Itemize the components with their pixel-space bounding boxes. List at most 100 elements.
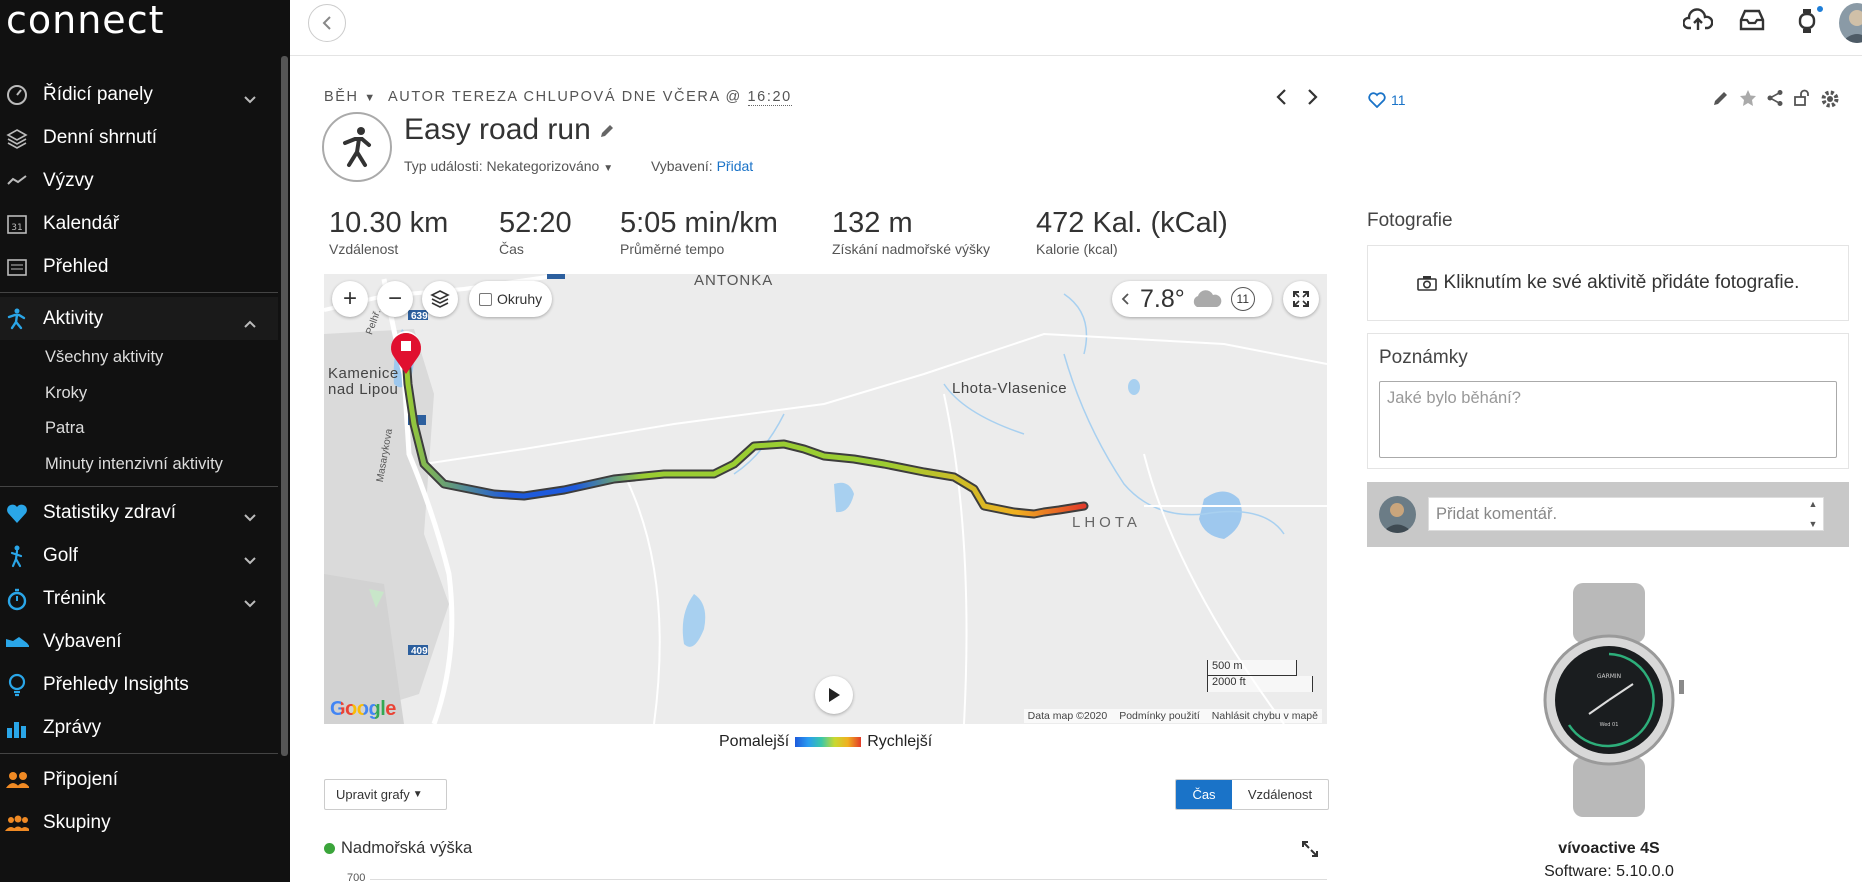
road-number-label: 409: [411, 646, 428, 657]
toggle-time[interactable]: Čas: [1176, 780, 1232, 809]
add-gear-link[interactable]: Přidat: [717, 158, 754, 174]
route-end-marker-icon: [401, 341, 411, 351]
notes-panel: Poznámky Jaké bylo běhání?: [1367, 333, 1849, 469]
zoom-out-button[interactable]: −: [377, 281, 413, 317]
chevron-down-icon[interactable]: [244, 549, 256, 571]
previous-activity-icon[interactable]: [1275, 88, 1289, 111]
shoe-icon: [5, 630, 29, 654]
caret-down-icon[interactable]: ▼: [364, 92, 377, 104]
add-photos-area[interactable]: Kliknutím ke své aktivitě přidáte fotogr…: [1367, 245, 1849, 321]
commenter-avatar: [1379, 496, 1416, 533]
caret-up-icon[interactable]: ▲: [1809, 499, 1818, 509]
laps-checkbox[interactable]: [479, 292, 492, 306]
stat-label: Získání nadmořské výšky: [832, 241, 990, 257]
sidebar-item-calendar[interactable]: 31 Kalendář: [0, 202, 278, 245]
sidebar-item-activities[interactable]: Aktivity: [0, 297, 278, 340]
activity-type[interactable]: BĚH: [324, 89, 359, 105]
back-button[interactable]: [308, 4, 346, 42]
watch-icon[interactable]: [1797, 8, 1817, 34]
caret-down-icon[interactable]: ▼: [1809, 519, 1818, 529]
sidebar-item-golf[interactable]: Golf: [0, 534, 278, 577]
map-terms-link[interactable]: Podmínky použití: [1119, 710, 1200, 722]
sidebar-item-label: Výzvy: [43, 169, 94, 191]
notes-textarea[interactable]: Jaké bylo běhání?: [1379, 381, 1837, 458]
chevron-down-icon[interactable]: [244, 506, 256, 528]
map-report-link[interactable]: Nahlásit chybu v mapě: [1212, 710, 1318, 722]
activity-time[interactable]: 16:20: [747, 89, 792, 106]
device-image: GARMIN Wed 01: [1543, 583, 1684, 817]
edit-icon[interactable]: [1712, 89, 1730, 114]
sidebar-divider: [0, 753, 278, 754]
expand-icon: [1293, 291, 1309, 307]
comment-input[interactable]: Přidat komentář.: [1428, 497, 1824, 531]
sidebar-item-health-stats[interactable]: Statistiky zdraví: [0, 491, 278, 534]
sidebar-item-overview[interactable]: Přehled: [0, 245, 278, 288]
sidebar-item-groups[interactable]: Skupiny: [0, 801, 278, 844]
sidebar-item-gear[interactable]: Vybavení: [0, 620, 278, 663]
like-button[interactable]: 11: [1368, 92, 1406, 108]
activity-title-text[interactable]: Easy road run: [404, 113, 591, 146]
privacy-lock-icon[interactable]: [1793, 89, 1811, 114]
inbox-icon[interactable]: [1739, 8, 1765, 32]
x-axis-toggle: Čas Vzdálenost: [1175, 779, 1329, 810]
like-count: 11: [1391, 92, 1406, 108]
weather-widget[interactable]: 7.8° 11: [1112, 281, 1272, 317]
edit-charts-button[interactable]: Upravit grafy ▼: [324, 779, 447, 810]
sidebar-item-connections[interactable]: Připojení: [0, 758, 278, 801]
user-avatar[interactable]: [1839, 3, 1862, 43]
lightbulb-icon: [5, 673, 29, 697]
sidebar-item-label: Přehledy Insights: [43, 673, 189, 695]
pencil-icon[interactable]: [599, 113, 615, 146]
next-activity-icon[interactable]: [1305, 88, 1319, 111]
laps-toggle[interactable]: Okruhy: [469, 281, 553, 317]
activity-title[interactable]: Easy road run: [404, 113, 615, 147]
sidebar-item-reports[interactable]: Zprávy: [0, 706, 278, 749]
zoom-in-button[interactable]: +: [332, 281, 368, 317]
chevron-down-icon[interactable]: [244, 592, 256, 614]
elevation-y-tick: 700: [347, 872, 366, 884]
chevron-down-icon[interactable]: [244, 88, 256, 110]
toggle-distance[interactable]: Vzdálenost: [1232, 780, 1328, 809]
elevation-title: Nadmořská výška: [341, 839, 473, 857]
sidebar-subitem-all-activities[interactable]: Všechny aktivity: [0, 340, 278, 376]
chevron-up-icon[interactable]: [244, 312, 256, 334]
sidebar-item-challenges[interactable]: Výzvy: [0, 159, 278, 202]
watch-date: Wed 01: [1600, 722, 1619, 728]
pace-legend: Pomalejší Rychlejší: [719, 733, 932, 751]
sidebar-subitem-steps[interactable]: Kroky: [0, 376, 278, 412]
gear-icon[interactable]: [1820, 89, 1840, 114]
scale-metric: 500 m: [1207, 660, 1297, 676]
play-route-button[interactable]: [815, 676, 853, 714]
sidebar-scrollbar[interactable]: [281, 56, 288, 756]
sidebar-subitem-floors[interactable]: Patra: [0, 411, 278, 447]
sidebar-item-training[interactable]: Trénink: [0, 577, 278, 620]
upload-icon[interactable]: [1683, 8, 1713, 34]
star-icon[interactable]: [1739, 89, 1757, 114]
sidebar-divider: [0, 292, 278, 293]
play-icon: [829, 688, 840, 702]
legend-slower: Pomalejší: [719, 733, 790, 750]
stat-pace: 5:05 min/km Průměrné tempo: [620, 207, 778, 257]
device-name[interactable]: vívoactive 4S: [1479, 840, 1739, 858]
event-type-select[interactable]: Nekategorizováno: [487, 158, 600, 174]
comment-resize-control[interactable]: ▲ ▼: [1803, 499, 1823, 529]
caret-down-icon[interactable]: ▼: [603, 163, 613, 174]
expand-chart-icon[interactable]: [1302, 841, 1318, 862]
heart-outline-icon: [1368, 92, 1386, 108]
sidebar-item-dashboards[interactable]: Řídicí panely: [0, 73, 278, 116]
connect-logo[interactable]: connect: [6, 0, 164, 40]
route-map[interactable]: 639 409 ANTONKA Kamenice nad Lipou Lhota…: [324, 274, 1327, 724]
share-icon[interactable]: [1766, 89, 1784, 114]
activity-author: AUTOR TEREZA CHLUPOVÁ DNE VČERA @: [388, 89, 742, 105]
sidebar-item-insights[interactable]: Přehledy Insights: [0, 663, 278, 706]
sidebar-item-daily-summary[interactable]: Denní shrnutí: [0, 116, 278, 159]
road-number-label: 639: [411, 311, 428, 322]
fullscreen-button[interactable]: [1283, 281, 1319, 317]
chevron-left-icon[interactable]: [1120, 292, 1130, 306]
sidebar-item-label: Řídicí panely: [43, 83, 153, 105]
sidebar-subitem-intensity-minutes[interactable]: Minuty intenzivní aktivity: [0, 447, 278, 483]
photos-title: Fotografie: [1367, 210, 1453, 231]
event-type-label: Typ události:: [404, 158, 483, 174]
sidebar-item-label: Skupiny: [43, 811, 111, 833]
map-layers-button[interactable]: [422, 281, 458, 317]
